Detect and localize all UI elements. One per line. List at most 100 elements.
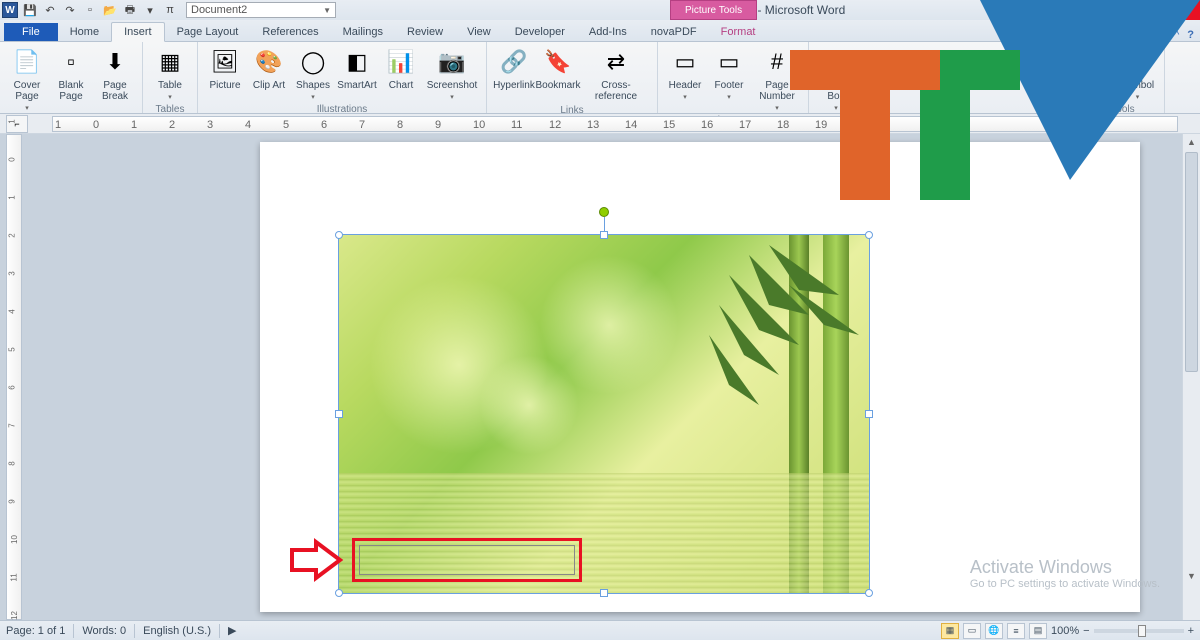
redo-icon[interactable]: ↷ [62, 2, 78, 18]
chart-button[interactable]: 📊Chart [380, 44, 422, 93]
minimize-button[interactable]: — [1082, 0, 1118, 20]
tab-file[interactable]: File [4, 23, 58, 41]
smartart-button[interactable]: ◧SmartArt [336, 44, 378, 93]
wordart-button[interactable]: A [859, 44, 901, 80]
minimize-ribbon-icon[interactable]: ^ [1174, 29, 1179, 41]
tab-mailings[interactable]: Mailings [331, 23, 395, 41]
view-full-screen[interactable]: ▭ [963, 623, 981, 639]
zoom-in-button[interactable]: + [1188, 625, 1194, 637]
tab-references[interactable]: References [250, 23, 330, 41]
tab-developer[interactable]: Developer [503, 23, 577, 41]
tab-review[interactable]: Review [395, 23, 455, 41]
page-break-icon: ⬇ [99, 46, 131, 78]
status-bar: Page: 1 of 1 Words: 0 English (U.S.) ▶ ▦… [0, 620, 1200, 640]
maximize-button[interactable]: ▢ [1118, 0, 1154, 20]
textbox-inner[interactable] [359, 545, 575, 575]
blank-page-button[interactable]: ▫Blank Page [50, 44, 92, 104]
chevron-down-icon: ▼ [323, 6, 331, 15]
tab-novapdf[interactable]: novaPDF [639, 23, 709, 41]
document-area: 10123456789101112 ▲ [0, 134, 1200, 620]
page[interactable] [260, 142, 1140, 612]
save-icon[interactable]: 💾 [22, 2, 38, 18]
zoom-level[interactable]: 100% [1051, 625, 1079, 637]
screenshot-icon: 📷 [436, 46, 468, 78]
datetime-button[interactable]: 📅Date & Time [949, 65, 1057, 83]
tab-insert[interactable]: Insert [111, 22, 165, 42]
header-button[interactable]: ▭Header▾ [664, 44, 706, 103]
shapes-icon: ◯ [297, 46, 329, 78]
word-icon: W [2, 2, 18, 18]
ribbon-tabs: File Home Insert Page Layout References … [0, 20, 1200, 42]
textbox-button[interactable]: AText Box▾ [815, 44, 857, 114]
page-break-button[interactable]: ⬇Page Break [94, 44, 136, 104]
table-icon: ▦ [154, 46, 186, 78]
signature-line-button[interactable]: ✒Signature Line▾ [949, 46, 1057, 64]
resize-handle-sw[interactable] [335, 589, 343, 597]
resize-handle-ne[interactable] [865, 231, 873, 239]
dropcap-button[interactable]: A≡ [903, 44, 945, 80]
equation-button[interactable]: πEquation▾ [1072, 44, 1114, 103]
qat-more-icon[interactable]: ▾ [142, 2, 158, 18]
undo-icon[interactable]: ↶ [42, 2, 58, 18]
rotation-handle[interactable] [599, 207, 609, 217]
pagenum-icon: # [761, 46, 793, 78]
tab-home[interactable]: Home [58, 23, 111, 41]
footer-button[interactable]: ▭Footer▾ [708, 44, 750, 103]
view-draft[interactable]: ▤ [1029, 623, 1047, 639]
tab-addins[interactable]: Add-Ins [577, 23, 639, 41]
status-language[interactable]: English (U.S.) [143, 625, 211, 637]
tab-page-layout[interactable]: Page Layout [165, 23, 251, 41]
ribbon: 📄Cover Page▾ ▫Blank Page ⬇Page Break Pag… [0, 42, 1200, 114]
view-web-layout[interactable]: 🌐 [985, 623, 1003, 639]
picture-button[interactable]: 🖼Picture [204, 44, 246, 93]
table-button[interactable]: ▦Table▾ [149, 44, 191, 103]
cover-page-icon: 📄 [11, 46, 43, 78]
bookmark-button[interactable]: 🔖Bookmark [537, 44, 579, 93]
annotation-textbox-highlight [352, 538, 582, 582]
clipart-button[interactable]: 🎨Clip Art [248, 44, 290, 93]
zoom-slider[interactable] [1094, 629, 1184, 633]
resize-handle-nw[interactable] [335, 231, 343, 239]
vertical-scrollbar[interactable]: ▲ ▼ [1182, 134, 1200, 620]
group-label: Illustrations [204, 103, 480, 115]
macro-icon[interactable]: ▶ [228, 624, 236, 637]
scroll-up-icon[interactable]: ▲ [1183, 134, 1200, 150]
resize-handle-se[interactable] [865, 589, 873, 597]
status-page[interactable]: Page: 1 of 1 [6, 625, 65, 637]
scroll-down-icon[interactable]: ▼ [1183, 568, 1200, 584]
view-outline[interactable]: ≡ [1007, 623, 1025, 639]
cover-page-button[interactable]: 📄Cover Page▾ [6, 44, 48, 114]
equation-qat-icon[interactable]: π [162, 2, 178, 18]
view-print-layout[interactable]: ▦ [941, 623, 959, 639]
shapes-button[interactable]: ◯Shapes▾ [292, 44, 334, 103]
tab-format[interactable]: Format [709, 23, 768, 41]
vertical-ruler[interactable]: 10123456789101112 [6, 134, 22, 620]
print-icon[interactable]: 🖶 [122, 2, 138, 18]
screenshot-button[interactable]: 📷Screenshot▾ [424, 44, 480, 103]
group-links: 🔗Hyperlink 🔖Bookmark ⇄Cross-reference Li… [487, 42, 658, 113]
group-label: Tables [149, 103, 191, 115]
zoom-out-button[interactable]: − [1083, 625, 1089, 637]
symbol-button[interactable]: ΩSymbol▾ [1116, 44, 1158, 103]
window-controls: — ▢ ✕ [1082, 0, 1200, 20]
new-icon[interactable]: ▫ [82, 2, 98, 18]
tab-view[interactable]: View [455, 23, 503, 41]
document-selector[interactable]: Document2▼ [186, 2, 336, 18]
close-button[interactable]: ✕ [1154, 0, 1200, 20]
status-words[interactable]: Words: 0 [82, 625, 126, 637]
resize-handle-s[interactable] [600, 589, 608, 597]
resize-handle-w[interactable] [335, 410, 343, 418]
open-icon[interactable]: 📂 [102, 2, 118, 18]
resize-handle-n[interactable] [600, 231, 608, 239]
horizontal-ruler[interactable]: 2101234567891011121314151617181920 [52, 116, 1178, 132]
hyperlink-button[interactable]: 🔗Hyperlink [493, 44, 535, 93]
group-header-footer: ▭Header▾ ▭Footer▾ #Page Number▾ Header &… [658, 42, 809, 113]
crossref-button[interactable]: ⇄Cross-reference [581, 44, 651, 104]
resize-handle-e[interactable] [865, 410, 873, 418]
page-number-button[interactable]: #Page Number▾ [752, 44, 802, 114]
hyperlink-icon: 🔗 [498, 46, 530, 78]
zoom-control: 100% − + [1051, 625, 1194, 637]
group-pages: 📄Cover Page▾ ▫Blank Page ⬇Page Break Pag… [0, 42, 143, 113]
help-icon[interactable]: ? [1187, 29, 1194, 41]
scroll-thumb[interactable] [1185, 152, 1198, 372]
